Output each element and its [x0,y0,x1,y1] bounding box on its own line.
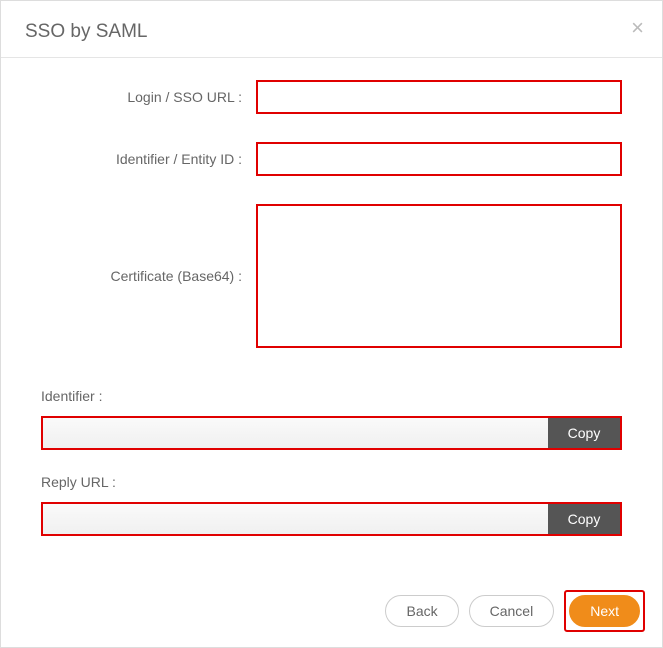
reply-url-output[interactable] [43,504,548,534]
reply-url-copy-button[interactable]: Copy [548,504,620,534]
login-url-label: Login / SSO URL : [41,89,256,105]
output-section: Identifier : Copy Reply URL : Copy [41,388,622,536]
identifier-output[interactable] [43,418,548,448]
sso-saml-dialog: SSO by SAML × Login / SSO URL : Identifi… [0,0,663,648]
login-url-row: Login / SSO URL : [41,80,622,114]
entity-id-label: Identifier / Entity ID : [41,151,256,167]
dialog-title: SSO by SAML [25,21,638,43]
reply-url-field: Copy [41,502,622,536]
back-button[interactable]: Back [385,595,458,627]
identifier-copy-button[interactable]: Copy [548,418,620,448]
certificate-textarea[interactable] [256,204,622,348]
certificate-label: Certificate (Base64) : [41,268,256,284]
close-button[interactable]: × [631,17,644,39]
entity-id-row: Identifier / Entity ID : [41,142,622,176]
reply-url-label: Reply URL : [41,474,622,490]
identifier-field: Copy [41,416,622,450]
next-highlight: Next [564,590,645,632]
dialog-header: SSO by SAML × [1,1,662,58]
next-button[interactable]: Next [569,595,640,627]
dialog-body: Login / SSO URL : Identifier / Entity ID… [1,58,662,570]
identifier-label: Identifier : [41,388,622,404]
login-url-input[interactable] [256,80,622,114]
entity-id-input[interactable] [256,142,622,176]
cancel-button[interactable]: Cancel [469,595,555,627]
certificate-row: Certificate (Base64) : [41,204,622,348]
dialog-footer: Back Cancel Next [385,590,645,632]
